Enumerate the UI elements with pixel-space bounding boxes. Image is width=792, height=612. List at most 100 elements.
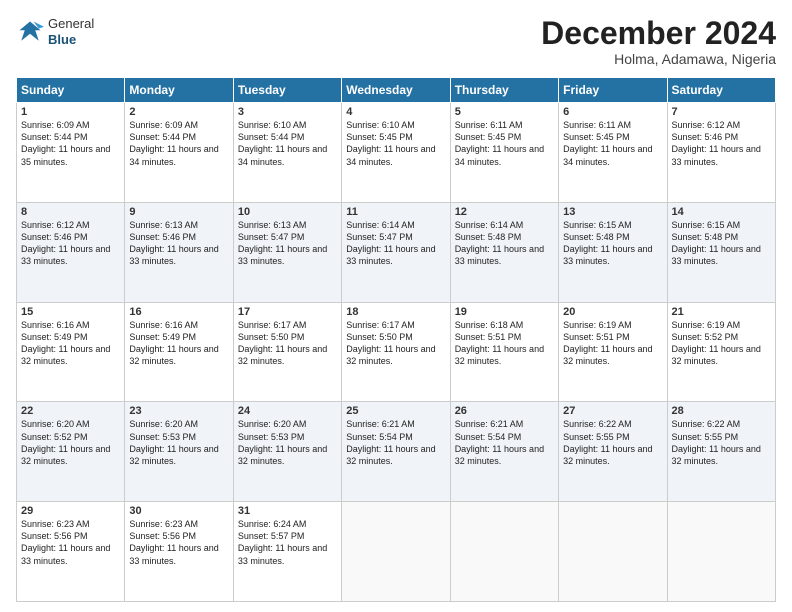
table-row: 1 Sunrise: 6:09 AMSunset: 5:44 PMDayligh…: [17, 103, 125, 203]
cell-info: Sunrise: 6:11 AMSunset: 5:45 PMDaylight:…: [455, 120, 544, 166]
day-number: 6: [563, 106, 662, 118]
day-number: 1: [21, 106, 120, 118]
table-row: 14 Sunrise: 6:15 AMSunset: 5:48 PMDaylig…: [667, 202, 775, 302]
table-row: [450, 502, 558, 602]
cell-info: Sunrise: 6:18 AMSunset: 5:51 PMDaylight:…: [455, 320, 544, 366]
table-row: 13 Sunrise: 6:15 AMSunset: 5:48 PMDaylig…: [559, 202, 667, 302]
day-number: 2: [129, 106, 228, 118]
calendar-week-row: 15 Sunrise: 6:16 AMSunset: 5:49 PMDaylig…: [17, 302, 776, 402]
day-number: 24: [238, 405, 337, 417]
day-number: 5: [455, 106, 554, 118]
day-number: 28: [672, 405, 771, 417]
cell-info: Sunrise: 6:17 AMSunset: 5:50 PMDaylight:…: [346, 320, 435, 366]
cell-info: Sunrise: 6:11 AMSunset: 5:45 PMDaylight:…: [563, 120, 652, 166]
table-row: [342, 502, 450, 602]
calendar-week-row: 22 Sunrise: 6:20 AMSunset: 5:52 PMDaylig…: [17, 402, 776, 502]
cell-info: Sunrise: 6:17 AMSunset: 5:50 PMDaylight:…: [238, 320, 327, 366]
day-number: 23: [129, 405, 228, 417]
cell-info: Sunrise: 6:22 AMSunset: 5:55 PMDaylight:…: [672, 419, 761, 465]
day-number: 4: [346, 106, 445, 118]
table-row: 10 Sunrise: 6:13 AMSunset: 5:47 PMDaylig…: [233, 202, 341, 302]
day-number: 26: [455, 405, 554, 417]
table-row: 21 Sunrise: 6:19 AMSunset: 5:52 PMDaylig…: [667, 302, 775, 402]
day-number: 10: [238, 206, 337, 218]
table-row: 25 Sunrise: 6:21 AMSunset: 5:54 PMDaylig…: [342, 402, 450, 502]
col-monday: Monday: [125, 78, 233, 103]
cell-info: Sunrise: 6:21 AMSunset: 5:54 PMDaylight:…: [455, 419, 544, 465]
logo-general: General: [48, 16, 94, 32]
calendar-header-row: Sunday Monday Tuesday Wednesday Thursday…: [17, 78, 776, 103]
day-number: 30: [129, 505, 228, 517]
day-number: 21: [672, 306, 771, 318]
col-saturday: Saturday: [667, 78, 775, 103]
table-row: 7 Sunrise: 6:12 AMSunset: 5:46 PMDayligh…: [667, 103, 775, 203]
day-number: 17: [238, 306, 337, 318]
cell-info: Sunrise: 6:20 AMSunset: 5:53 PMDaylight:…: [129, 419, 218, 465]
cell-info: Sunrise: 6:10 AMSunset: 5:44 PMDaylight:…: [238, 120, 327, 166]
col-wednesday: Wednesday: [342, 78, 450, 103]
cell-info: Sunrise: 6:20 AMSunset: 5:53 PMDaylight:…: [238, 419, 327, 465]
calendar-week-row: 8 Sunrise: 6:12 AMSunset: 5:46 PMDayligh…: [17, 202, 776, 302]
cell-info: Sunrise: 6:19 AMSunset: 5:51 PMDaylight:…: [563, 320, 652, 366]
day-number: 25: [346, 405, 445, 417]
month-title: December 2024: [541, 16, 776, 51]
cell-info: Sunrise: 6:14 AMSunset: 5:48 PMDaylight:…: [455, 220, 544, 266]
table-row: 9 Sunrise: 6:13 AMSunset: 5:46 PMDayligh…: [125, 202, 233, 302]
cell-info: Sunrise: 6:15 AMSunset: 5:48 PMDaylight:…: [672, 220, 761, 266]
day-number: 15: [21, 306, 120, 318]
day-number: 9: [129, 206, 228, 218]
cell-info: Sunrise: 6:21 AMSunset: 5:54 PMDaylight:…: [346, 419, 435, 465]
col-sunday: Sunday: [17, 78, 125, 103]
calendar-table: Sunday Monday Tuesday Wednesday Thursday…: [16, 77, 776, 602]
day-number: 18: [346, 306, 445, 318]
cell-info: Sunrise: 6:09 AMSunset: 5:44 PMDaylight:…: [21, 120, 110, 166]
cell-info: Sunrise: 6:15 AMSunset: 5:48 PMDaylight:…: [563, 220, 652, 266]
cell-info: Sunrise: 6:13 AMSunset: 5:47 PMDaylight:…: [238, 220, 327, 266]
table-row: 11 Sunrise: 6:14 AMSunset: 5:47 PMDaylig…: [342, 202, 450, 302]
table-row: 23 Sunrise: 6:20 AMSunset: 5:53 PMDaylig…: [125, 402, 233, 502]
cell-info: Sunrise: 6:12 AMSunset: 5:46 PMDaylight:…: [672, 120, 761, 166]
table-row: 4 Sunrise: 6:10 AMSunset: 5:45 PMDayligh…: [342, 103, 450, 203]
cell-info: Sunrise: 6:24 AMSunset: 5:57 PMDaylight:…: [238, 519, 327, 565]
day-number: 19: [455, 306, 554, 318]
table-row: 15 Sunrise: 6:16 AMSunset: 5:49 PMDaylig…: [17, 302, 125, 402]
col-friday: Friday: [559, 78, 667, 103]
day-number: 11: [346, 206, 445, 218]
table-row: 28 Sunrise: 6:22 AMSunset: 5:55 PMDaylig…: [667, 402, 775, 502]
table-row: 3 Sunrise: 6:10 AMSunset: 5:44 PMDayligh…: [233, 103, 341, 203]
location: Holma, Adamawa, Nigeria: [541, 51, 776, 67]
table-row: 30 Sunrise: 6:23 AMSunset: 5:56 PMDaylig…: [125, 502, 233, 602]
table-row: [667, 502, 775, 602]
table-row: 8 Sunrise: 6:12 AMSunset: 5:46 PMDayligh…: [17, 202, 125, 302]
title-block: December 2024 Holma, Adamawa, Nigeria: [541, 16, 776, 67]
page: General Blue December 2024 Holma, Adamaw…: [0, 0, 792, 612]
table-row: [559, 502, 667, 602]
logo-blue: Blue: [48, 32, 94, 48]
cell-info: Sunrise: 6:13 AMSunset: 5:46 PMDaylight:…: [129, 220, 218, 266]
cell-info: Sunrise: 6:23 AMSunset: 5:56 PMDaylight:…: [129, 519, 218, 565]
table-row: 16 Sunrise: 6:16 AMSunset: 5:49 PMDaylig…: [125, 302, 233, 402]
col-thursday: Thursday: [450, 78, 558, 103]
table-row: 19 Sunrise: 6:18 AMSunset: 5:51 PMDaylig…: [450, 302, 558, 402]
day-number: 12: [455, 206, 554, 218]
cell-info: Sunrise: 6:16 AMSunset: 5:49 PMDaylight:…: [21, 320, 110, 366]
table-row: 2 Sunrise: 6:09 AMSunset: 5:44 PMDayligh…: [125, 103, 233, 203]
table-row: 26 Sunrise: 6:21 AMSunset: 5:54 PMDaylig…: [450, 402, 558, 502]
day-number: 27: [563, 405, 662, 417]
calendar-week-row: 1 Sunrise: 6:09 AMSunset: 5:44 PMDayligh…: [17, 103, 776, 203]
table-row: 29 Sunrise: 6:23 AMSunset: 5:56 PMDaylig…: [17, 502, 125, 602]
logo: General Blue: [16, 16, 94, 47]
day-number: 13: [563, 206, 662, 218]
cell-info: Sunrise: 6:12 AMSunset: 5:46 PMDaylight:…: [21, 220, 110, 266]
table-row: 24 Sunrise: 6:20 AMSunset: 5:53 PMDaylig…: [233, 402, 341, 502]
header: General Blue December 2024 Holma, Adamaw…: [16, 16, 776, 67]
day-number: 8: [21, 206, 120, 218]
table-row: 6 Sunrise: 6:11 AMSunset: 5:45 PMDayligh…: [559, 103, 667, 203]
table-row: 22 Sunrise: 6:20 AMSunset: 5:52 PMDaylig…: [17, 402, 125, 502]
cell-info: Sunrise: 6:14 AMSunset: 5:47 PMDaylight:…: [346, 220, 435, 266]
day-number: 29: [21, 505, 120, 517]
table-row: 20 Sunrise: 6:19 AMSunset: 5:51 PMDaylig…: [559, 302, 667, 402]
day-number: 31: [238, 505, 337, 517]
logo-icon: [16, 18, 44, 46]
cell-info: Sunrise: 6:19 AMSunset: 5:52 PMDaylight:…: [672, 320, 761, 366]
